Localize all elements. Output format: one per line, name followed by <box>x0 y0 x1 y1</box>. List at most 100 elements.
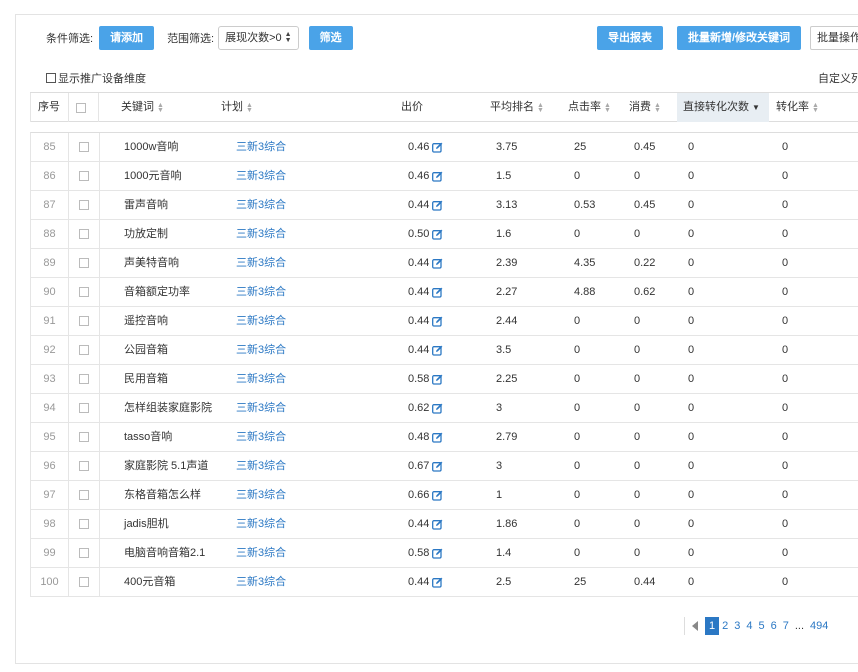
pager-page-2[interactable]: 2 <box>719 617 731 635</box>
row-bid-value: 0.46 <box>408 141 430 153</box>
row-plan-link[interactable]: 三新3综合 <box>236 568 286 596</box>
export-report-button[interactable]: 导出报表 <box>597 26 663 50</box>
row-plan-link[interactable]: 三新3综合 <box>236 452 286 480</box>
edit-icon[interactable] <box>432 490 443 501</box>
row-checkbox[interactable] <box>79 374 89 384</box>
pager-page-3[interactable]: 3 <box>731 617 743 635</box>
row-checkbox[interactable] <box>79 200 89 210</box>
col-keyword[interactable]: 关键词 ▲ ▼ <box>121 93 164 122</box>
row-checkbox[interactable] <box>79 258 89 268</box>
add-condition-button[interactable]: 请添加 <box>99 26 155 50</box>
row-conversions: 0 <box>688 576 695 588</box>
row-plan-link[interactable]: 三新3综合 <box>236 249 286 277</box>
row-rank: 3 <box>496 402 503 414</box>
row-conversion-rate: 0 <box>782 170 789 182</box>
row-seq: 98 <box>31 510 69 538</box>
row-cost: 0 <box>634 315 641 327</box>
edit-icon[interactable] <box>432 519 443 530</box>
row-plan-link[interactable]: 三新3综合 <box>236 539 286 567</box>
edit-icon[interactable] <box>432 142 443 153</box>
edit-icon[interactable] <box>432 374 443 385</box>
row-conversion-rate: 0 <box>782 286 789 298</box>
col-cost[interactable]: 消费 ▲ ▼ <box>629 93 661 122</box>
batch-operation-button[interactable]: 批量操作 <box>810 26 858 50</box>
row-checkbox[interactable] <box>79 316 89 326</box>
edit-icon[interactable] <box>432 229 443 240</box>
row-checkbox[interactable] <box>79 345 89 355</box>
pager-page-5[interactable]: 5 <box>756 617 768 635</box>
row-plan-link[interactable]: 三新3综合 <box>236 191 286 219</box>
edit-icon[interactable] <box>432 287 443 298</box>
row-checkbox[interactable] <box>79 229 89 239</box>
col-rank[interactable]: 平均排名 ▲ ▼ <box>490 93 544 122</box>
edit-icon[interactable] <box>432 403 443 414</box>
row-checkbox[interactable] <box>79 287 89 297</box>
prev-page-button[interactable] <box>685 617 705 635</box>
col-plan[interactable]: 计划 ▲ ▼ <box>221 93 253 122</box>
row-plan-link[interactable]: 三新3综合 <box>236 278 286 306</box>
row-checkbox[interactable] <box>79 490 89 500</box>
pager-last-page[interactable]: 494 <box>807 617 831 635</box>
row-plan-link[interactable]: 三新3综合 <box>236 481 286 509</box>
row-plan-link[interactable]: 三新3综合 <box>236 307 286 335</box>
show-device-label: 显示推广设备维度 <box>58 73 146 85</box>
edit-icon[interactable] <box>432 171 443 182</box>
edit-icon[interactable] <box>432 345 443 356</box>
row-seq: 88 <box>31 220 69 248</box>
col-rate[interactable]: 转化率 ▲ ▼ <box>776 93 819 122</box>
row-cost: 0 <box>634 460 641 472</box>
row-plan-link[interactable]: 三新3综合 <box>236 510 286 538</box>
row-plan-link[interactable]: 三新3综合 <box>236 133 286 161</box>
row-checkbox[interactable] <box>79 577 89 587</box>
row-checkbox[interactable] <box>79 461 89 471</box>
pager-page-7[interactable]: 7 <box>780 617 792 635</box>
col-ctr[interactable]: 点击率 ▲ ▼ <box>568 93 611 122</box>
select-arrows-icon: ▲ ▼ <box>284 31 292 44</box>
row-cost: 0 <box>634 518 641 530</box>
row-checkbox[interactable] <box>79 432 89 442</box>
row-checkbox[interactable] <box>79 171 89 181</box>
pager-page-4[interactable]: 4 <box>743 617 755 635</box>
row-cost: 0.62 <box>634 286 656 298</box>
edit-icon[interactable] <box>432 200 443 211</box>
row-rank: 1.4 <box>496 547 512 559</box>
col-conv[interactable]: 直接转化次数 ▼ <box>677 93 769 122</box>
row-checkbox[interactable] <box>79 519 89 529</box>
row-plan-link[interactable]: 三新3综合 <box>236 162 286 190</box>
edit-icon[interactable] <box>432 258 443 269</box>
row-plan-link[interactable]: 三新3综合 <box>236 220 286 248</box>
custom-columns-link[interactable]: 自定义列 <box>818 70 858 86</box>
show-device-option[interactable]: 显示推广设备维度 <box>46 70 146 86</box>
pager-page-1[interactable]: 1 <box>705 617 720 635</box>
row-conversions: 0 <box>688 286 695 298</box>
row-bid-value: 0.44 <box>408 199 430 211</box>
row-checkbox[interactable] <box>79 142 89 152</box>
select-all-checkbox[interactable] <box>76 102 86 113</box>
edit-icon[interactable] <box>432 316 443 327</box>
edit-icon[interactable] <box>432 548 443 559</box>
col-rank-label: 平均排名 <box>490 101 534 113</box>
batch-edit-keywords-button[interactable]: 批量新增/修改关键词 <box>677 26 802 50</box>
range-select-value: 展现次数>0 <box>225 32 282 44</box>
row-plan-link[interactable]: 三新3综合 <box>236 394 286 422</box>
edit-icon[interactable] <box>432 432 443 443</box>
row-bid-value: 0.44 <box>408 576 430 588</box>
col-bid-label: 出价 <box>401 101 423 113</box>
row-plan-link[interactable]: 三新3综合 <box>236 365 286 393</box>
edit-icon[interactable] <box>432 461 443 472</box>
row-ctr: 4.88 <box>574 286 596 298</box>
edit-icon[interactable] <box>432 577 443 588</box>
row-ctr: 0.53 <box>574 199 596 211</box>
row-conversion-rate: 0 <box>782 431 789 443</box>
row-rank: 3.5 <box>496 344 512 356</box>
row-plan-link[interactable]: 三新3综合 <box>236 423 286 451</box>
range-select[interactable]: 展现次数>0 ▲ ▼ <box>218 26 299 50</box>
col-select-all[interactable] <box>76 93 86 122</box>
filter-button[interactable]: 筛选 <box>308 26 353 50</box>
row-plan-link[interactable]: 三新3综合 <box>236 336 286 364</box>
row-checkbox[interactable] <box>79 403 89 413</box>
row-seq: 90 <box>31 278 69 306</box>
show-device-checkbox[interactable] <box>46 73 56 83</box>
row-checkbox[interactable] <box>79 548 89 558</box>
pager-page-6[interactable]: 6 <box>768 617 780 635</box>
